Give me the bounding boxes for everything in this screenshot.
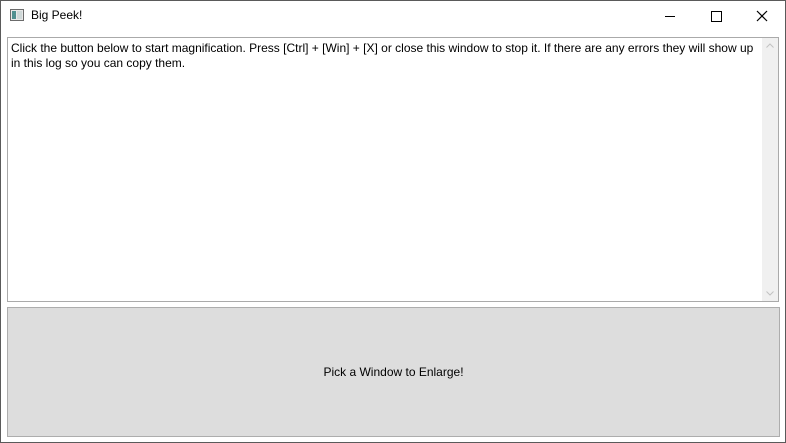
maximize-icon (711, 11, 722, 22)
pick-window-button[interactable]: Pick a Window to Enlarge! (7, 307, 780, 437)
app-icon (10, 9, 24, 21)
chevron-up-icon (766, 43, 774, 48)
window-title: Big Peek! (31, 8, 83, 22)
log-text: Click the button below to start magnific… (11, 41, 754, 70)
minimize-button[interactable] (647, 1, 693, 31)
minimize-icon (665, 16, 675, 17)
close-icon (756, 10, 768, 22)
maximize-button[interactable] (693, 1, 739, 31)
app-window: Big Peek! Click the button below to star… (0, 0, 786, 443)
scroll-down-button[interactable] (762, 285, 778, 301)
scroll-up-button[interactable] (762, 38, 778, 54)
log-textbox[interactable]: Click the button below to start magnific… (7, 37, 779, 302)
vertical-scrollbar[interactable] (762, 38, 778, 301)
title-bar[interactable]: Big Peek! (1, 1, 785, 31)
chevron-down-icon (766, 291, 774, 296)
close-button[interactable] (739, 1, 785, 31)
